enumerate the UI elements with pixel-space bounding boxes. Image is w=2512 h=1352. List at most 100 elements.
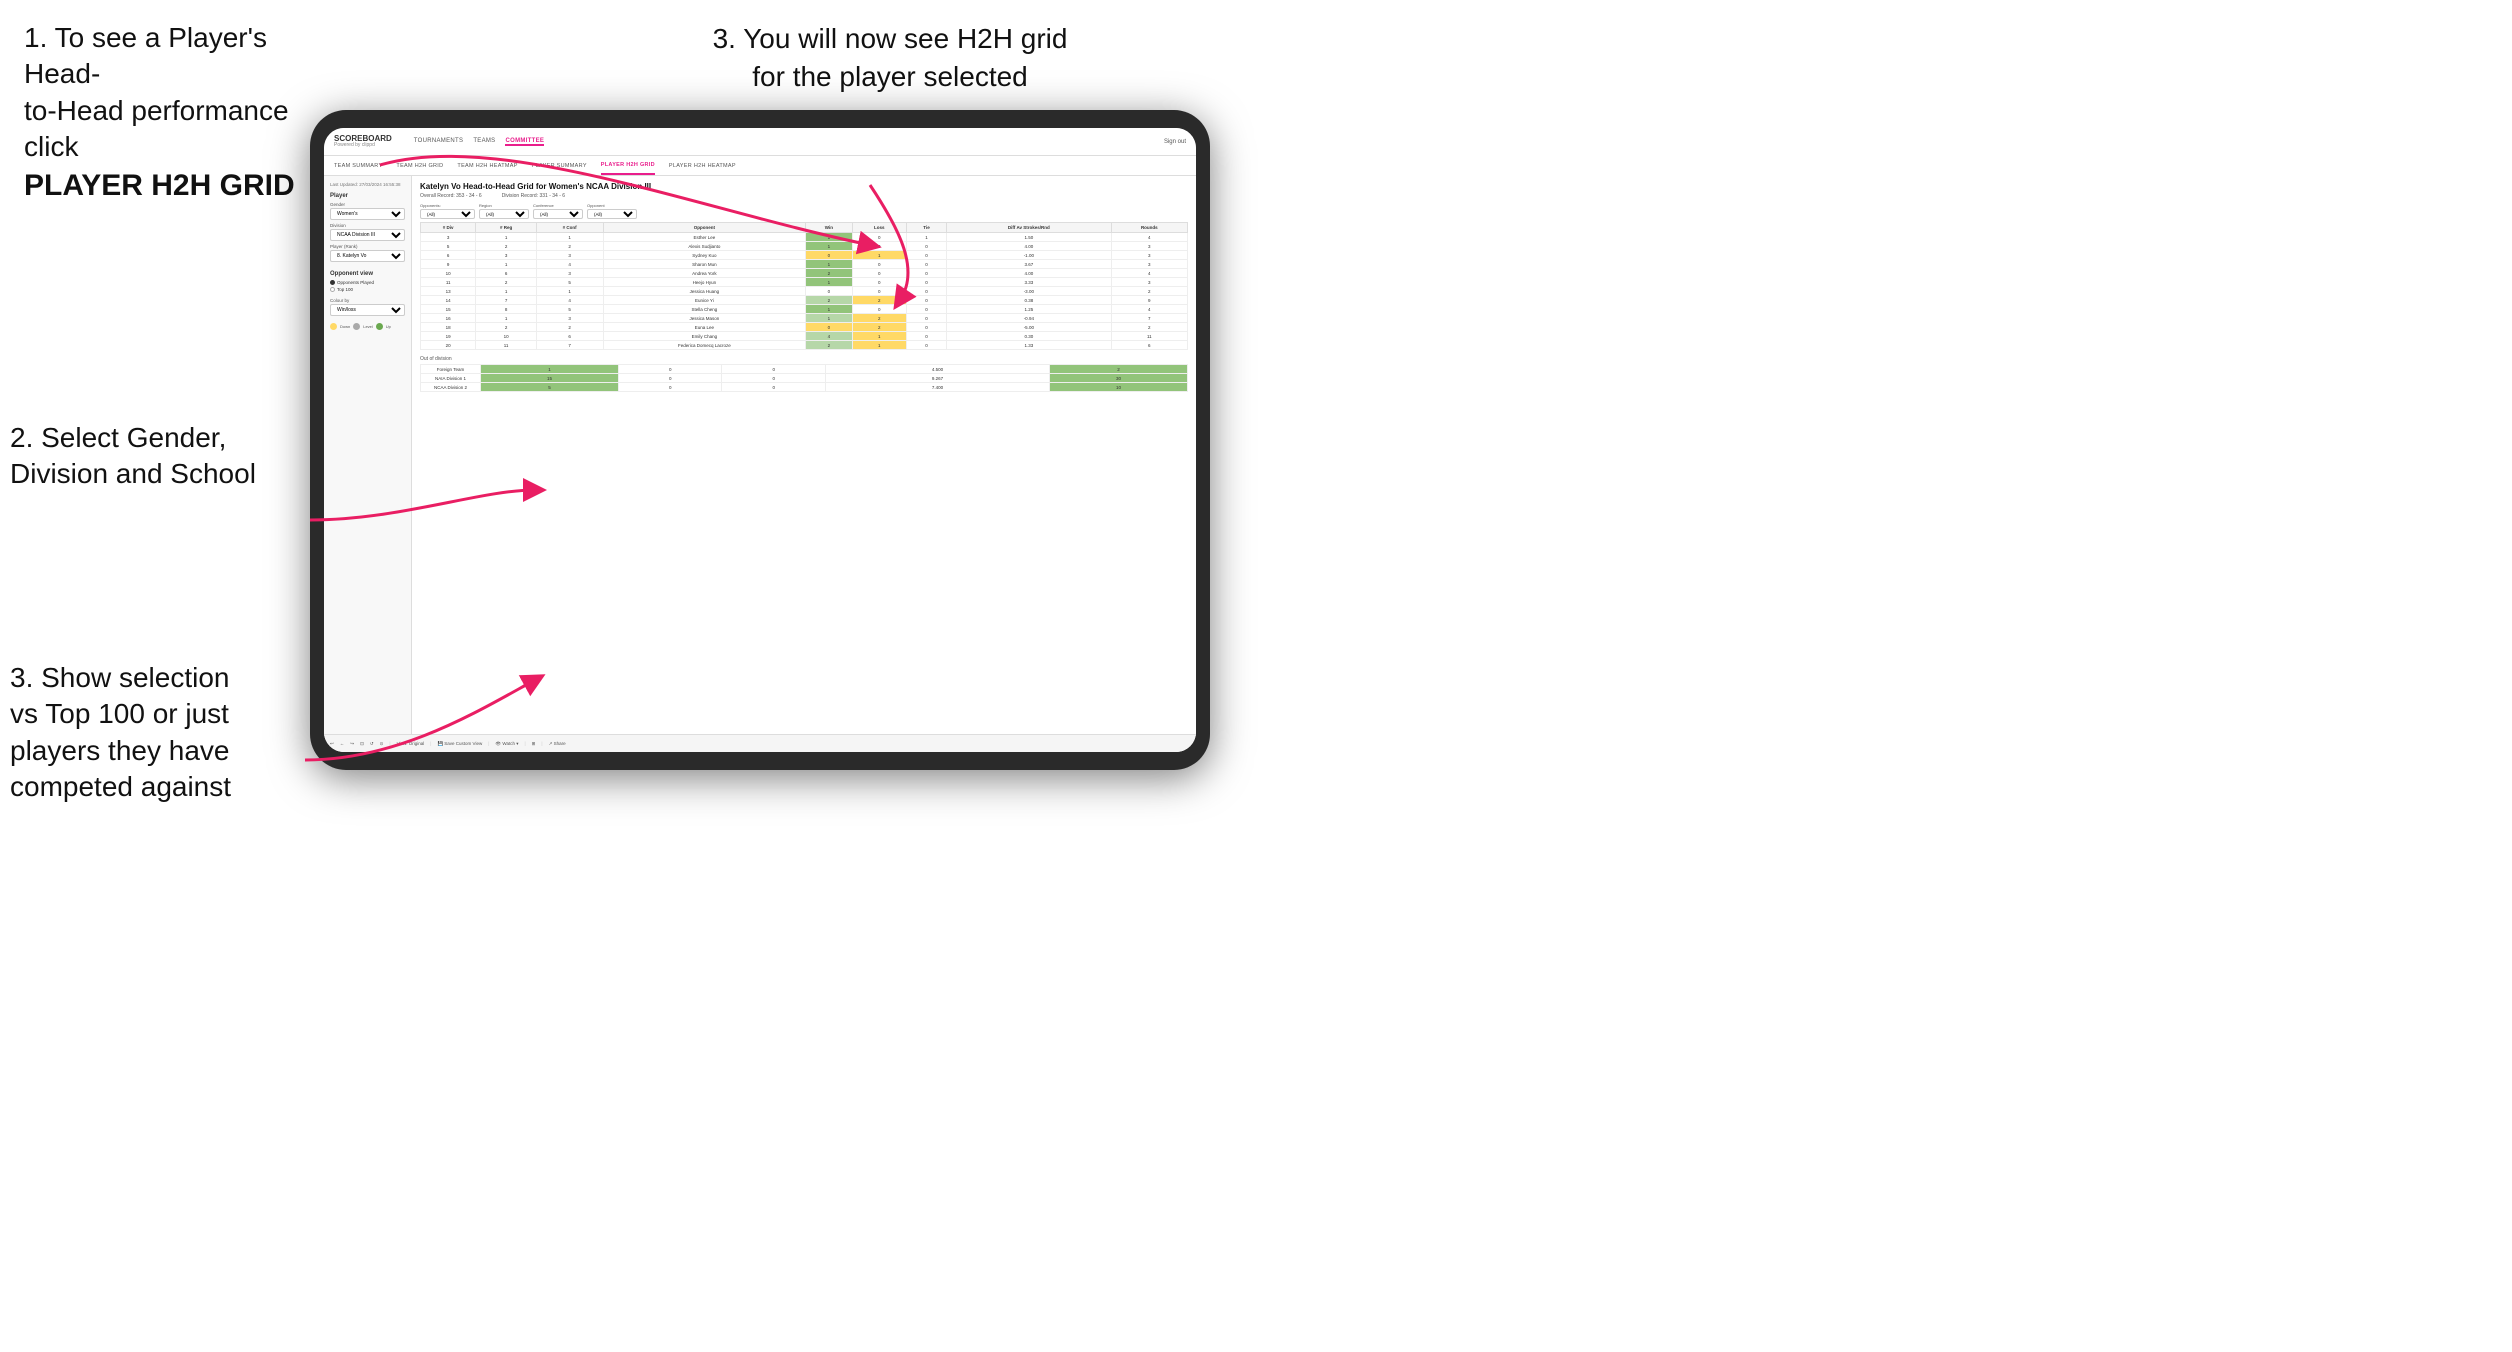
cell-rounds: 4 [1111,233,1187,242]
cell-loss: 1 [852,332,906,341]
main-table: # Div # Reg # Conf Opponent Win Loss Tie… [420,222,1188,350]
ood-rounds: 10 [1050,383,1188,392]
cell-reg: 1 [476,260,537,269]
nav-logo-sub: Powered by clippd [334,143,396,148]
sub-nav-player-summary[interactable]: PLAYER SUMMARY [532,156,587,175]
cell-tie: 0 [906,287,946,296]
sub-nav-player-h2h-grid[interactable]: PLAYER H2H GRID [601,156,655,175]
cell-diff: 0.30 [947,332,1112,341]
cell-win: 0 [806,251,852,260]
cell-win: 1 [806,305,852,314]
tablet-frame: SCOREBOARD Powered by clippd TOURNAMENTS… [310,110,1210,770]
cell-opponent: Jessica Huang [603,287,806,296]
sub-nav-team-h2h-heatmap[interactable]: TEAM H2H HEATMAP [457,156,517,175]
cell-rounds: 9 [1111,296,1187,305]
ood-loss: 0 [618,365,722,374]
cell-loss: 1 [852,341,906,350]
sub-nav-team-h2h-grid[interactable]: TEAM H2H GRID [396,156,443,175]
opponent-select[interactable]: (All) [587,209,637,219]
cell-diff: 1.33 [947,341,1112,350]
conference-label: Conference [533,203,583,208]
sign-out-link[interactable]: Sign out [1164,139,1186,145]
cell-diff: 1.50 [947,233,1112,242]
cell-win: 2 [806,341,852,350]
table-row: 18 2 2 Euna Lee 0 2 0 -5.00 2 [421,323,1188,332]
cell-opponent: Eunice Yi [603,296,806,305]
cell-div: 13 [421,287,476,296]
player-rank-select[interactable]: 8. Katelyn Vo [330,250,405,262]
overall-record: Overall Record: 353 - 34 - 6 [420,193,482,199]
cell-opponent: Euna Lee [603,323,806,332]
toolbar-share[interactable]: ↗ Share [549,741,566,747]
region-label: Region [479,203,529,208]
table-row: 16 1 3 Jessica Mason 1 2 0 -0.94 7 [421,314,1188,323]
cell-opponent: Sharon Mun [603,260,806,269]
toolbar-fullscreen[interactable]: ⊞ [532,741,536,747]
cell-conf: 3 [536,251,603,260]
cell-conf: 7 [536,341,603,350]
cell-win: 4 [806,332,852,341]
cell-reg: 1 [476,287,537,296]
cell-tie: 0 [906,323,946,332]
cell-loss: 0 [852,269,906,278]
opponent-view-section: Opponent view Opponents Played Top 100 [330,271,405,292]
toolbar-save-custom[interactable]: 💾 Save Custom View [437,741,482,747]
cell-div: 20 [421,341,476,350]
division-select[interactable]: NCAA Division III [330,229,405,241]
col-diff: Diff Av Strokes/Rnd [947,223,1112,233]
cell-conf: 1 [536,287,603,296]
cell-conf: 2 [536,323,603,332]
radio-opponents-played[interactable]: Opponents Played [330,280,405,285]
ood-label: NAIA Division 1 [421,374,481,383]
toolbar-view-original[interactable]: View: Original [412,741,424,746]
nav-link-teams[interactable]: TEAMS [473,138,495,146]
cell-conf: 2 [536,242,603,251]
cell-conf: 5 [536,278,603,287]
toolbar-separator4: | [524,741,525,746]
bottom-toolbar: ↩ ← ↪ ⊡ ↺ ⊙ | View: Original | 💾 Save Cu… [412,734,1196,752]
step1-text: 1. To see a Player's Head-to-Head perfor… [24,20,306,205]
cell-conf: 6 [536,332,603,341]
sub-nav-team-summary[interactable]: TEAM SUMMARY [334,156,382,175]
toolbar-separator3: | [488,741,489,746]
region-select[interactable]: (All) [479,209,529,219]
cell-tie: 0 [906,242,946,251]
opponents-select[interactable]: (All) [420,209,475,219]
ood-table-row: Foreign Team 1 0 0 4.500 2 [421,365,1188,374]
nav-link-tournaments[interactable]: TOURNAMENTS [414,138,464,146]
step1-bold: PLAYER H2H GRID [24,169,295,202]
conference-select[interactable]: (All) [533,209,583,219]
radio-dot-opponents [330,280,335,285]
cell-diff: -0.94 [947,314,1112,323]
cell-div: 18 [421,323,476,332]
radio-group: Opponents Played Top 100 [330,280,405,292]
cell-rounds: 4 [1111,305,1187,314]
toolbar-watch[interactable]: 👁 Watch ▾ [495,741,518,747]
table-row: 15 8 5 Stella Cheng 1 0 0 1.25 4 [421,305,1188,314]
cell-tie: 0 [906,332,946,341]
cell-rounds: 3 [1111,278,1187,287]
cell-tie: 0 [906,278,946,287]
cell-opponent: Andrea York [603,269,806,278]
sub-nav-player-h2h-heatmap[interactable]: PLAYER H2H HEATMAP [669,156,736,175]
col-rounds: Rounds [1111,223,1187,233]
legend-label-down: Down [340,324,350,329]
cell-reg: 6 [476,269,537,278]
ood-diff: 9.267 [825,374,1049,383]
col-win: Win [806,223,852,233]
radio-top100[interactable]: Top 100 [330,287,405,292]
table-row: 10 6 3 Andrea York 2 0 0 4.00 4 [421,269,1188,278]
cell-loss: 2 [852,323,906,332]
nav-link-committee[interactable]: COMMITTEE [505,138,544,146]
colour-by-select[interactable]: Win/loss [330,304,405,316]
table-row: 6 3 3 Sydney Kuo 0 1 0 -1.00 3 [421,251,1188,260]
cell-diff: 3.33 [947,278,1112,287]
cell-div: 10 [421,269,476,278]
cell-diff: -3.00 [947,287,1112,296]
cell-opponent: Sydney Kuo [603,251,806,260]
toolbar-separator5: | [541,741,542,746]
cell-div: 14 [421,296,476,305]
gender-select[interactable]: Women's [330,208,405,220]
cell-div: 3 [421,233,476,242]
cell-tie: 0 [906,305,946,314]
